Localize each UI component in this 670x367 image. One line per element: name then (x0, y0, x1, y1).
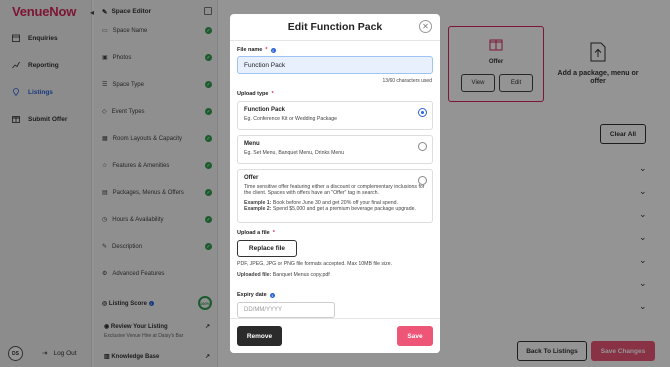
modal-title: Edit Function Pack (287, 21, 383, 33)
required-marker: * (272, 230, 275, 236)
modal-footer: Remove Save (230, 318, 440, 353)
option-title: Offer (244, 175, 259, 181)
radio-offer[interactable] (418, 176, 427, 185)
file-name-label: File name * i (237, 47, 276, 53)
file-format-hint: PDF, JPEG, JPG or PNG file formats accep… (237, 261, 393, 267)
upload-type-label-text: Upload type (237, 91, 269, 97)
info-icon[interactable]: i (270, 47, 276, 53)
option-title: Function Pack (244, 107, 286, 113)
file-name-input[interactable]: Function Pack (237, 56, 433, 74)
remove-button[interactable]: Remove (237, 326, 282, 346)
info-icon[interactable]: i (269, 292, 275, 298)
required-marker: * (265, 47, 268, 53)
close-icon[interactable]: ✕ (419, 20, 432, 33)
example-text: Spend $5,000 and get a premium beverage … (272, 206, 416, 212)
required-marker: * (271, 91, 274, 97)
expiry-date-input[interactable]: DD/MM/YYYY (237, 302, 335, 318)
option-desc: Eg. Conference Kit or Wedding Package (244, 116, 338, 122)
expiry-label-text: Expiry date (237, 292, 267, 298)
save-button[interactable]: Save (397, 326, 433, 346)
option-offer[interactable]: Offer Time sensitive offer featuring eit… (237, 169, 433, 223)
option-title: Menu (244, 141, 260, 147)
char-count: 13/60 characters used (382, 78, 432, 84)
radio-menu[interactable] (418, 142, 427, 151)
upload-type-label: Upload type * (237, 91, 274, 97)
upload-file-label: Upload a file * (237, 230, 275, 236)
example-label: Example 2: (244, 206, 272, 212)
replace-file-button[interactable]: Replace file (237, 240, 297, 257)
upload-label-text: Upload a file (237, 230, 270, 236)
option-desc: Time sensitive offer featuring either a … (244, 184, 425, 196)
file-name-label-text: File name (237, 47, 263, 53)
option-desc: Eg. Set Menu, Banquet Menu, Drinks Menu (244, 150, 345, 156)
option-function-pack[interactable]: Function Pack Eg. Conference Kit or Wedd… (237, 101, 433, 130)
option-menu[interactable]: Menu Eg. Set Menu, Banquet Menu, Drinks … (237, 135, 433, 164)
expiry-date-label: Expiry date i (237, 292, 275, 298)
uploaded-file-info: Uploaded file: Banquet Menus copy.pdf (237, 272, 330, 278)
uploaded-file-label: Uploaded file: (237, 272, 272, 278)
divider (230, 40, 440, 41)
app-root: VenueNow ◀ Enquiries Reporting Listings … (0, 0, 670, 367)
edit-function-pack-modal: Edit Function Pack ✕ File name * i Functio… (230, 14, 440, 353)
uploaded-file-name: Banquet Menus copy.pdf (272, 272, 330, 278)
radio-function-pack[interactable] (418, 108, 427, 117)
offer-example-2: Example 2: Spend $5,000 and get a premiu… (244, 206, 426, 212)
